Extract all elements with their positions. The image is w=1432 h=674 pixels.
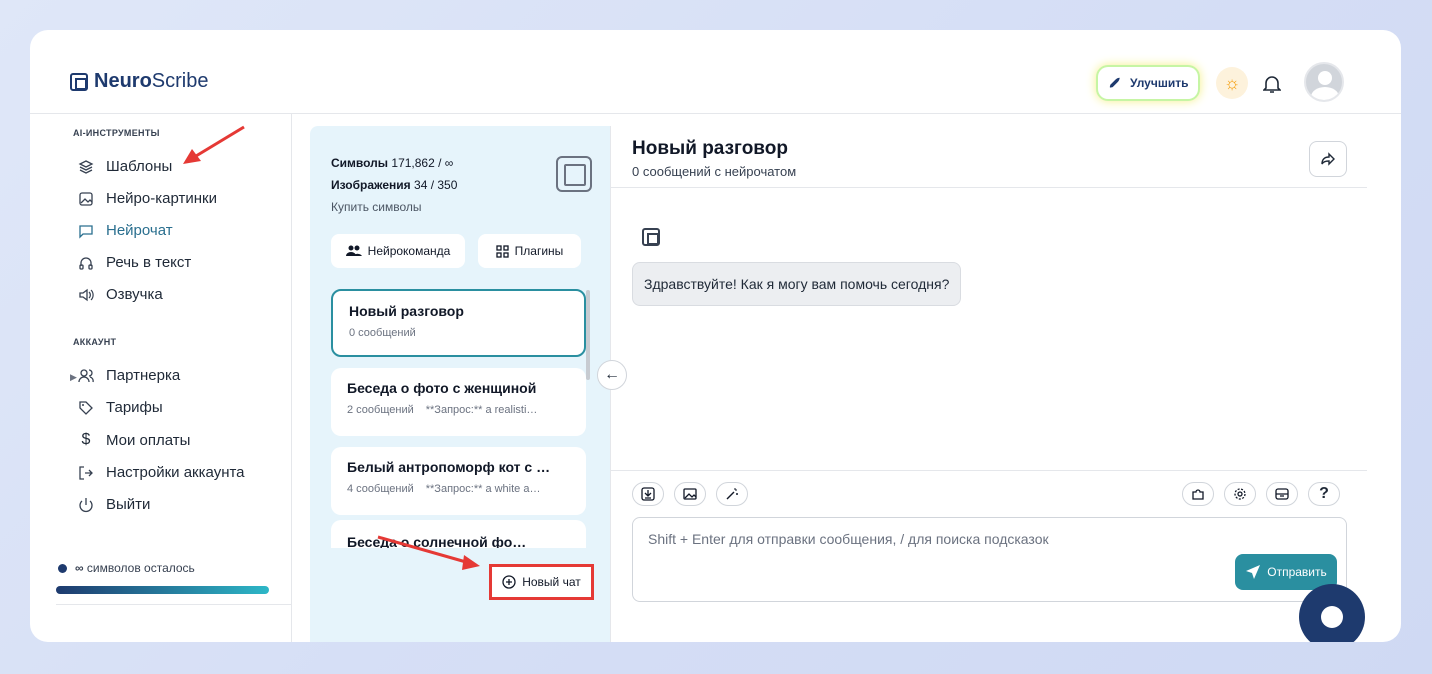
image-upload-button[interactable] [674, 482, 706, 506]
chat-main: Новый разговор 0 сообщений с нейрочатом … [610, 126, 1367, 642]
sidebar-item-partner[interactable]: Партнерка [78, 367, 180, 384]
download-box-icon [641, 487, 655, 501]
logo[interactable]: NeuroScribe [70, 70, 209, 93]
sidebar-item-speech-to-text[interactable]: Речь в текст [78, 254, 191, 271]
speaker-icon [79, 288, 94, 301]
account-section-title: АККАУНТ [73, 337, 117, 347]
assistant-message: Здравствуйте! Как я могу вам помочь сего… [632, 262, 962, 306]
magic-wand-button[interactable] [716, 482, 748, 506]
usage-counts: Символы 171,862 / ∞ Изображения 34 / 350… [331, 152, 457, 218]
support-chat-button[interactable] [1299, 584, 1365, 642]
image-icon [683, 488, 697, 500]
sidebar-item-account-settings[interactable]: Настройки аккаунта [78, 464, 245, 481]
divider [611, 470, 1367, 471]
rocket-icon [1109, 77, 1120, 88]
neuro-team-button[interactable]: Нейрокоманда [331, 234, 465, 268]
bot-avatar-icon [642, 228, 660, 246]
chat-title: Новый разговор [632, 138, 788, 159]
image-icon [79, 191, 93, 206]
conversation-item[interactable]: Новый разговор 0 сообщений [331, 289, 586, 357]
sidebar-item-neurochat[interactable]: Нейрочат [78, 222, 173, 239]
power-icon [79, 497, 93, 512]
divider [611, 187, 1367, 188]
puzzle-icon [1192, 489, 1204, 500]
tag-icon [79, 400, 93, 415]
chat-icon [79, 224, 93, 239]
images-label: Изображения [331, 178, 411, 192]
help-button[interactable]: ? [1308, 482, 1340, 506]
logo-bold: Neuro [94, 70, 152, 92]
ai-section-title: AI-ИНСТРУМЕНТЫ [73, 128, 160, 138]
share-button[interactable] [1309, 141, 1347, 177]
sidebar-item-payments[interactable]: $ Мои оплаты [78, 431, 191, 449]
layout-button[interactable] [1266, 482, 1298, 506]
top-bar: NeuroScribe Улучшить ☼ [30, 30, 1401, 114]
layers-icon [78, 159, 94, 174]
theme-toggle-sun-icon[interactable]: ☼ [1216, 67, 1248, 99]
plugin-button[interactable] [1182, 482, 1214, 506]
conversation-item[interactable]: Белый антропоморф кот с … 4 сообщений **З… [331, 447, 586, 515]
gear-icon [1234, 488, 1246, 500]
divider [56, 604, 292, 605]
symbols-remaining: ∞ символов осталось [58, 561, 195, 575]
expand-caret-icon[interactable]: ▶ [70, 372, 77, 383]
magic-wand-icon [726, 488, 738, 500]
infinity-symbol: ∞ [75, 561, 84, 575]
sidebar: AI-ИНСТРУМЕНТЫ Шаблоны Нейро-картинки Не… [30, 114, 292, 642]
buy-symbols-link[interactable]: Купить символы [331, 196, 457, 218]
import-button[interactable] [632, 482, 664, 506]
grid-icon [496, 244, 509, 258]
collapse-panel-button[interactable]: ← [597, 360, 627, 390]
bell-icon[interactable] [1258, 70, 1286, 98]
symbols-progress-bar [56, 586, 269, 594]
images-value: 34 / 350 [414, 178, 458, 192]
scrollbar[interactable] [586, 290, 590, 380]
status-dot [58, 563, 67, 573]
symbols-label: Символы [331, 156, 389, 170]
headphones-icon [79, 256, 93, 270]
sidebar-item-tariffs[interactable]: Тарифы [78, 399, 163, 416]
share-icon [1321, 152, 1335, 166]
conversation-item-partial[interactable]: Беседа о солнечной фо… [331, 520, 586, 548]
send-icon [1246, 565, 1261, 579]
settings-button[interactable] [1224, 482, 1256, 506]
app-window: NeuroScribe Улучшить ☼ AI-ИНСТРУМЕНТЫ Ша… [30, 30, 1401, 642]
sidebar-item-neuro-images[interactable]: Нейро-картинки [78, 190, 217, 207]
plus-circle-icon [502, 575, 516, 589]
remaining-label: символов осталось [86, 561, 195, 575]
sidebar-item-voiceover[interactable]: Озвучка [78, 286, 163, 303]
logo-icon [70, 72, 88, 91]
conversation-item[interactable]: Беседа о фото с женщиной 2 сообщений **За… [331, 368, 586, 436]
symbols-value: 171,862 / ∞ [391, 156, 454, 170]
panel-icon [1275, 488, 1289, 500]
plugins-button[interactable]: Плагины [478, 234, 581, 268]
login-icon [79, 465, 93, 480]
team-icon [345, 245, 362, 256]
chat-subtitle: 0 сообщений с нейрочатом [632, 164, 797, 179]
new-chat-button[interactable]: Новый чат [489, 564, 594, 600]
dollar-icon: $ [81, 431, 91, 448]
arrow-left-icon: ← [604, 366, 620, 383]
users-icon [78, 368, 94, 382]
upgrade-button[interactable]: Улучшить [1098, 67, 1199, 99]
user-avatar[interactable] [1304, 62, 1344, 102]
sidebar-item-templates[interactable]: Шаблоны [78, 158, 172, 175]
logo-rest: Scribe [151, 70, 209, 92]
sidebar-item-logout[interactable]: Выйти [78, 496, 150, 513]
brand-mark-icon [556, 156, 592, 192]
